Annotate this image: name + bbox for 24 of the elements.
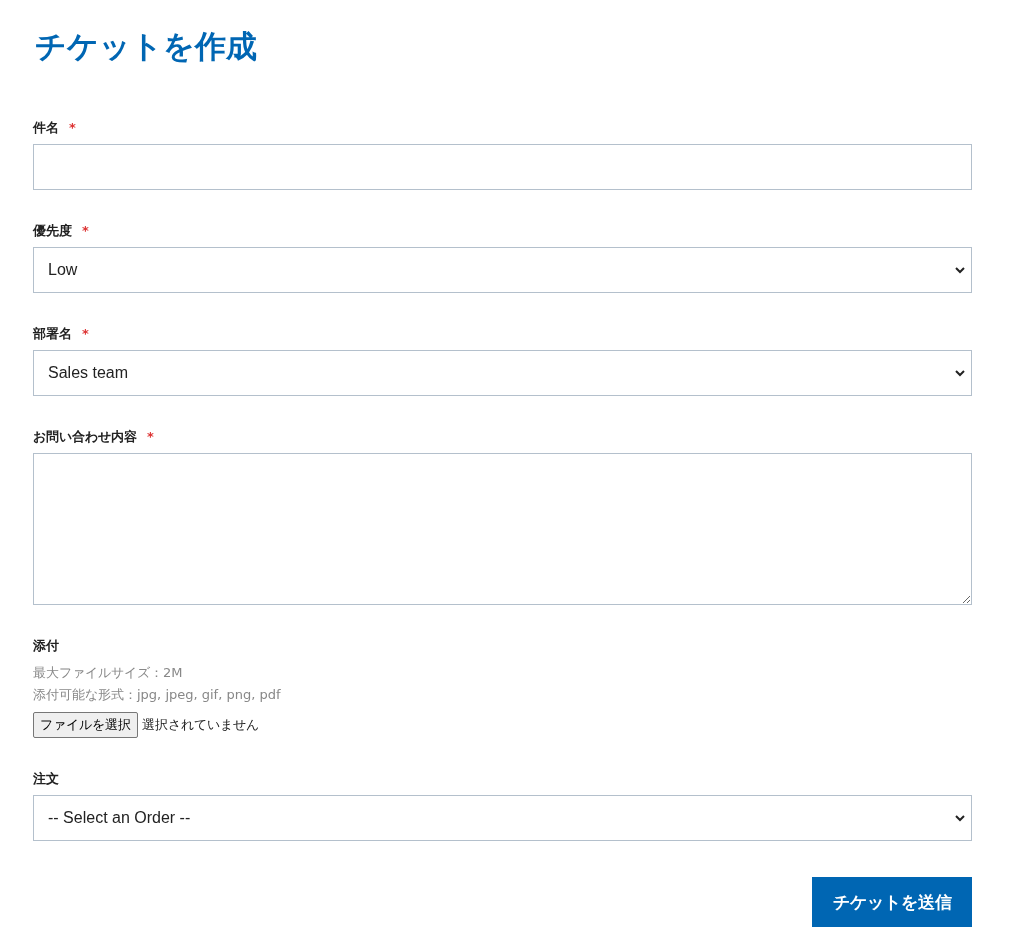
field-label: 件名 xyxy=(33,120,59,136)
file-status-text: 選択されていません xyxy=(142,716,259,734)
subject-input[interactable] xyxy=(33,144,972,190)
required-asterisk: * xyxy=(82,223,89,239)
submit-button[interactable]: チケットを送信 xyxy=(812,877,972,927)
field-label: 注文 xyxy=(33,771,59,787)
dropdown-select[interactable]: Sales team xyxy=(33,350,972,396)
hint-text: 添付可能な形式：jpg, jpeg, gif, png, pdf xyxy=(33,686,282,704)
field-label: 添付 xyxy=(33,638,59,654)
inquiry-textarea[interactable] xyxy=(33,453,972,605)
dropdown-select[interactable]: Low xyxy=(33,247,972,293)
choose-file-button[interactable]: ファイルを選択 xyxy=(33,712,138,738)
dropdown-select[interactable]: -- Select an Order -- xyxy=(33,795,972,841)
chevron-down-icon xyxy=(955,369,965,377)
hint-text: 最大ファイルサイズ：2M xyxy=(33,664,184,682)
required-asterisk: * xyxy=(82,326,89,342)
chevron-down-icon xyxy=(955,814,965,822)
page-title: チケットを作成 xyxy=(35,27,258,66)
required-asterisk: * xyxy=(147,429,154,445)
field-label: 部署名 xyxy=(33,326,72,342)
chevron-down-icon xyxy=(955,266,965,274)
field-label: 優先度 xyxy=(33,223,72,239)
field-label: お問い合わせ内容 xyxy=(33,429,137,445)
required-asterisk: * xyxy=(69,120,76,136)
